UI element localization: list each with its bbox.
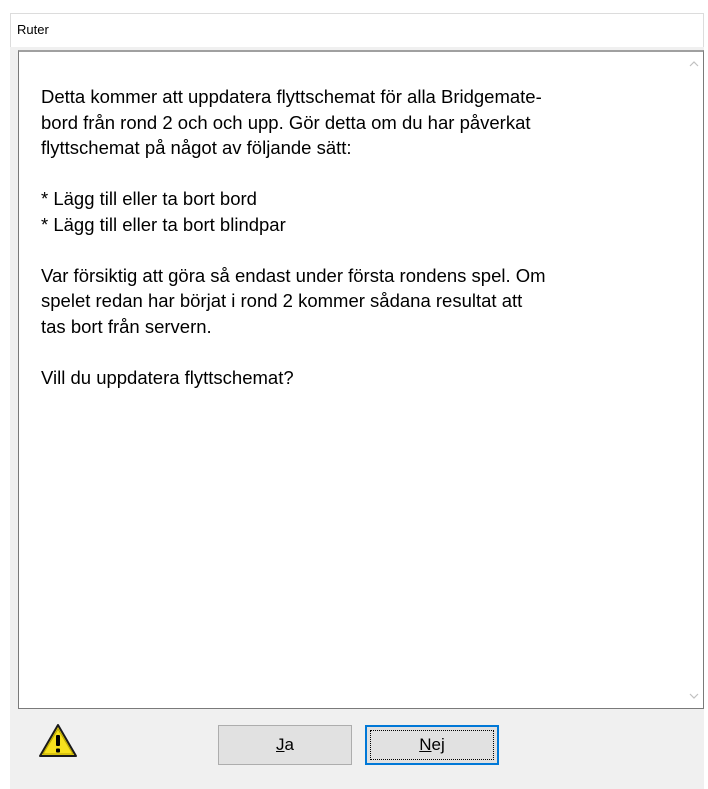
no-button-accel: N (419, 735, 432, 754)
chevron-down-icon[interactable] (688, 690, 700, 702)
title-bar[interactable]: Ruter (10, 13, 704, 47)
yes-button-accel: J (276, 735, 285, 754)
no-button-label: ej (431, 735, 445, 754)
chevron-up-icon[interactable] (688, 58, 700, 70)
warning-icon (39, 724, 77, 757)
vertical-scrollbar[interactable] (685, 52, 703, 708)
yes-button-label: a (284, 735, 294, 754)
message-box[interactable]: Detta kommer att uppdatera flyttschemat … (18, 50, 704, 709)
no-button[interactable]: Nej (365, 725, 499, 765)
dialog-window: Ruter Detta kommer att uppdatera flyttsc… (10, 13, 704, 789)
window-title: Ruter (17, 22, 49, 37)
yes-button[interactable]: Ja (218, 725, 352, 765)
message-text: Detta kommer att uppdatera flyttschemat … (41, 86, 546, 388)
